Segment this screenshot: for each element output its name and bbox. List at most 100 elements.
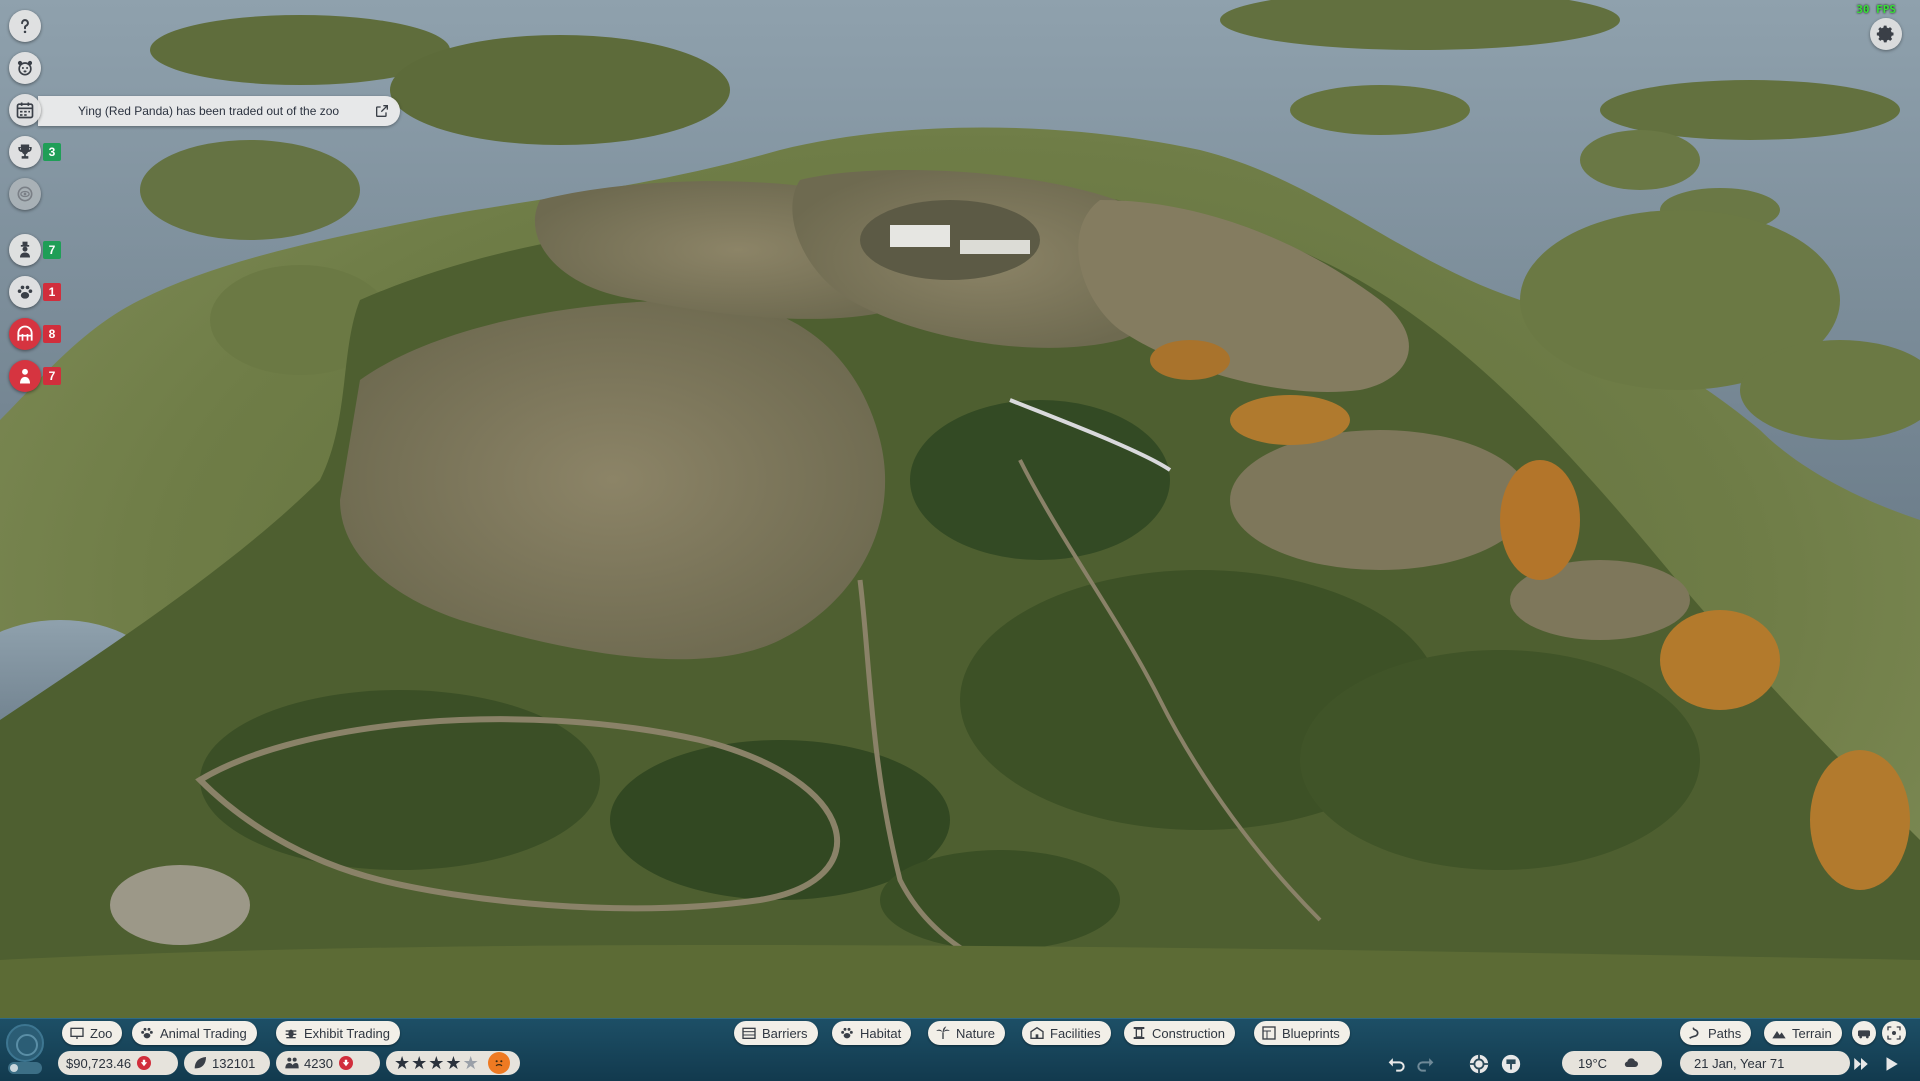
money-trend-down-icon: [137, 1056, 152, 1070]
weather-display[interactable]: 19°C: [1562, 1051, 1662, 1075]
star-filled-icon: ★: [411, 1052, 429, 1073]
eye-icon: [17, 186, 33, 202]
challenges-count: 3: [43, 143, 61, 161]
paths-icon: [1689, 1027, 1699, 1039]
tab-barriers-label: Barriers: [762, 1025, 808, 1041]
paw-icon: [141, 1027, 153, 1039]
calendar-icon: [16, 102, 34, 119]
fps-counter: 30 FPS: [1856, 3, 1896, 16]
visibility-button[interactable]: [9, 178, 41, 210]
guests-count: 7: [43, 367, 61, 385]
notification-text: Ying (Red Panda) has been traded out of …: [78, 104, 340, 118]
guest-count-value: 4230: [304, 1055, 333, 1071]
blueprint-icon: [1262, 1026, 1276, 1040]
tab-zoo-label: Zoo: [90, 1025, 113, 1041]
trophy-icon: [18, 144, 32, 159]
date-value: 21 Jan, Year 71: [1694, 1055, 1785, 1071]
paw-icon: [841, 1027, 853, 1039]
staff-button[interactable]: [9, 234, 41, 266]
overlay-button[interactable]: [1468, 1053, 1490, 1075]
conservation-credits-value: 132101: [212, 1055, 256, 1071]
tab-facilities[interactable]: Facilities: [1022, 1021, 1111, 1045]
guest-count-display[interactable]: 4230: [276, 1051, 380, 1075]
redo-icon: [1417, 1058, 1434, 1072]
trade-notification[interactable]: Ying (Red Panda) has been traded out of …: [38, 96, 400, 126]
zookeeper-icon: [20, 241, 30, 258]
money-display[interactable]: $90,723.46: [58, 1051, 178, 1075]
animals-count: 1: [43, 283, 61, 301]
temperature-value: 19°C: [1578, 1055, 1608, 1071]
undo-button[interactable]: [1386, 1053, 1408, 1075]
tab-construction-label: Construction: [1152, 1025, 1225, 1041]
gear-icon: [1876, 25, 1894, 43]
date-display[interactable]: 21 Jan, Year 71: [1680, 1051, 1850, 1075]
star-empty-icon: ★: [462, 1052, 480, 1073]
tab-habitat[interactable]: Habitat: [832, 1021, 912, 1045]
tab-nature[interactable]: Nature: [928, 1021, 1006, 1045]
conservation-credits-display[interactable]: 132101: [184, 1051, 270, 1075]
rating-stars: ★★★★★: [394, 1053, 480, 1074]
guest-mood-icon: [487, 1052, 510, 1074]
habitat-gate-icon: [17, 325, 33, 341]
tab-animal-trading-label: Animal Trading: [160, 1025, 247, 1041]
camera-button[interactable]: [1882, 1021, 1906, 1045]
tab-blueprints[interactable]: Blueprints: [1254, 1021, 1350, 1045]
camera-toggle[interactable]: [8, 1062, 42, 1074]
fast-forward-icon: [1854, 1058, 1868, 1070]
habitats-count: 8: [43, 325, 61, 343]
tab-terrain-label: Terrain: [1792, 1025, 1832, 1041]
zoo-overview-button[interactable]: [9, 52, 41, 84]
settings-button[interactable]: [1870, 18, 1902, 50]
play-icon: [1886, 1057, 1898, 1071]
zoo-icon: [70, 1027, 84, 1039]
tab-barriers[interactable]: Barriers: [734, 1021, 818, 1045]
guests-trend-down-icon: [338, 1056, 353, 1070]
tab-paths[interactable]: Paths: [1680, 1021, 1752, 1045]
speed-fast-button[interactable]: [1850, 1053, 1872, 1075]
animals-button[interactable]: [9, 276, 41, 308]
external-link-icon[interactable]: [374, 103, 390, 119]
habitats-button[interactable]: [9, 318, 41, 350]
help-button[interactable]: [9, 10, 41, 42]
money-value: $90,723.46: [66, 1055, 132, 1071]
tab-paths-label: Paths: [1708, 1025, 1742, 1041]
play-button[interactable]: [1880, 1053, 1902, 1075]
animal-face-icon: [17, 60, 33, 76]
calendar-button[interactable]: [9, 94, 41, 126]
zoo-rating-display[interactable]: ★★★★★: [386, 1051, 520, 1075]
staff-count: 7: [43, 241, 61, 259]
paw-icon: [17, 285, 33, 299]
tool-button[interactable]: [1500, 1053, 1522, 1075]
palm-icon: [936, 1026, 950, 1039]
transport-button[interactable]: [1852, 1021, 1876, 1045]
question-icon: [21, 19, 29, 34]
redo-button[interactable]: [1414, 1053, 1436, 1075]
vehicle-icon: [1858, 1030, 1870, 1039]
tab-exhibit-trading-label: Exhibit Trading: [304, 1025, 390, 1041]
tab-exhibit-trading[interactable]: Exhibit Trading: [276, 1021, 400, 1045]
tab-blueprints-label: Blueprints: [1282, 1025, 1340, 1041]
hammer-icon: [1501, 1054, 1521, 1074]
tab-terrain[interactable]: Terrain: [1764, 1021, 1842, 1045]
tab-construction[interactable]: Construction: [1124, 1021, 1235, 1045]
tab-zoo[interactable]: Zoo: [62, 1021, 123, 1045]
star-filled-icon: ★: [394, 1052, 412, 1073]
building-icon: [1030, 1026, 1044, 1039]
tab-habitat-label: Habitat: [860, 1025, 902, 1041]
guest-icon: [20, 368, 30, 384]
bug-icon: [285, 1029, 297, 1039]
tab-nature-label: Nature: [956, 1025, 996, 1041]
guests-button[interactable]: [9, 360, 41, 392]
camera-mode-button[interactable]: [6, 1024, 44, 1062]
cloud-icon: [1624, 1058, 1639, 1068]
star-filled-icon: ★: [445, 1052, 463, 1073]
leaf-icon: [194, 1057, 206, 1069]
tab-facilities-label: Facilities: [1050, 1025, 1101, 1041]
frame-icon: [1887, 1026, 1901, 1040]
tab-animal-trading[interactable]: Animal Trading: [132, 1021, 257, 1045]
undo-icon: [1388, 1058, 1405, 1072]
fence-icon: [742, 1027, 756, 1039]
star-filled-icon: ★: [428, 1052, 446, 1073]
challenges-button[interactable]: [9, 136, 41, 168]
world-view[interactable]: [0, 0, 1920, 1080]
